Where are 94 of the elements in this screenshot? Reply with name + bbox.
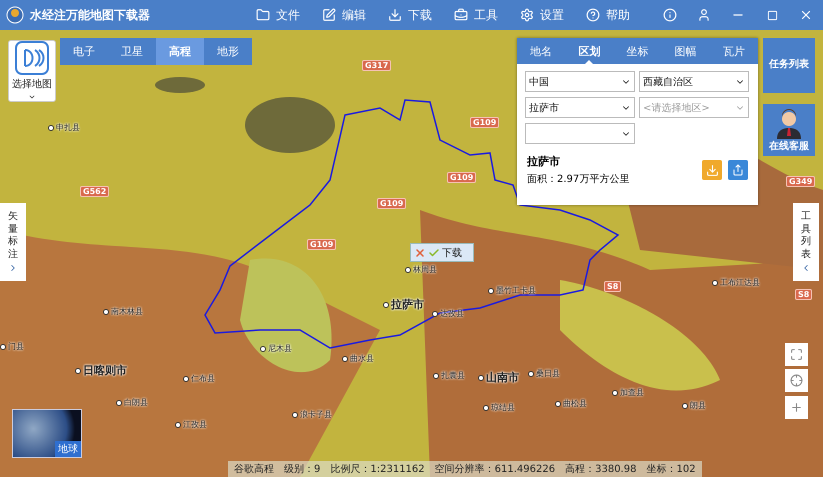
county-label: 加查县: [620, 387, 644, 398]
download-link[interactable]: 下载: [442, 246, 462, 260]
close-icon: [799, 8, 813, 22]
county-label: 浪卡子县: [300, 409, 332, 420]
county-label: 扎囊县: [441, 370, 465, 381]
county-label: 江孜县: [183, 419, 207, 430]
panel-tab[interactable]: 区划: [565, 38, 614, 64]
confirm-icon[interactable]: [428, 246, 440, 258]
download-icon: [706, 164, 718, 176]
status-text: 比例尺：1:2311162: [330, 462, 425, 476]
county-label: 工布江达县: [720, 277, 760, 288]
road-label: S8: [795, 289, 812, 300]
edit-icon: [322, 8, 336, 22]
share-button[interactable]: [728, 160, 748, 180]
map-logo-icon: [15, 41, 49, 75]
road-label: G349: [786, 176, 816, 187]
user-icon: [697, 8, 711, 22]
maximize-icon: [766, 10, 778, 20]
region-select[interactable]: 西藏自治区: [639, 71, 749, 92]
status-text: 空间分辨率：611.496226: [434, 462, 556, 476]
vector-labels-button[interactable]: 矢量标注: [0, 203, 26, 281]
online-service-button[interactable]: 在线客服: [763, 104, 815, 156]
fullscreen-button[interactable]: [785, 343, 808, 366]
road-label: G317: [362, 60, 392, 71]
folder-icon: [256, 8, 270, 22]
task-list-button[interactable]: 任务列表: [763, 38, 815, 93]
zoom-in-icon: [790, 401, 803, 414]
map-type-tab[interactable]: 电子: [60, 38, 108, 65]
select-map-button[interactable]: 选择地图: [8, 40, 56, 102]
map-type-tab[interactable]: 卫星: [108, 38, 156, 65]
region-select[interactable]: 中国: [525, 71, 635, 92]
panel-tab[interactable]: 瓦片: [710, 38, 758, 64]
county-label: 尼木县: [268, 343, 292, 354]
city-label: 山南市: [486, 370, 519, 385]
status-text: 级别：9: [284, 463, 320, 476]
road-label: G562: [80, 186, 110, 197]
menu-item[interactable]: 帮助: [586, 6, 630, 24]
county-label: 曲水县: [350, 353, 374, 364]
caret-icon: [28, 93, 36, 101]
map-type-tab[interactable]: 高程: [156, 38, 204, 65]
globe-label[interactable]: 地球: [55, 441, 81, 457]
app-logo-icon: [6, 6, 24, 24]
county-label: 门县: [8, 341, 24, 352]
city-label: 日喀则市: [83, 363, 127, 378]
menu-item[interactable]: 编辑: [322, 6, 366, 24]
gear-icon: [520, 8, 534, 22]
road-label: S8: [604, 281, 622, 292]
county-label: 墨竹工卡县: [496, 285, 536, 296]
menu-item[interactable]: 设置: [520, 6, 564, 24]
menu-item[interactable]: 文件: [256, 6, 300, 24]
county-label: 桑日县: [536, 368, 560, 379]
menu-item[interactable]: 工具: [454, 6, 498, 24]
county-label: 朗县: [690, 400, 706, 411]
window-title: 水经注万能地图下载器: [30, 6, 151, 24]
globe-thumbnail[interactable]: 地球: [12, 409, 82, 458]
region-name: 拉萨市: [527, 154, 561, 169]
panel-tab[interactable]: 地名: [517, 38, 566, 64]
lake-shape: [155, 77, 205, 93]
county-label: 仁布县: [191, 373, 215, 384]
region-select[interactable]: <请选择地区>: [639, 97, 749, 118]
tool-list-button[interactable]: 工具列表: [793, 203, 819, 281]
county-label: 曲松县: [563, 398, 587, 409]
road-label: G109: [377, 198, 406, 209]
county-label: 南木林县: [111, 306, 143, 317]
share-icon: [732, 164, 744, 176]
toolbox-icon: [454, 8, 468, 22]
region-select[interactable]: 拉萨市: [525, 97, 635, 118]
county-label: 申扎县: [56, 122, 80, 133]
info-icon: [663, 8, 677, 22]
menu-item[interactable]: 下载: [388, 6, 432, 24]
county-label: 琼结县: [491, 402, 515, 413]
help-icon: [586, 8, 600, 22]
zoom-in-button[interactable]: [785, 396, 808, 419]
status-text: 坐标：102: [646, 462, 696, 476]
agent-silhouette-icon: [774, 109, 804, 139]
locate-button[interactable]: [785, 369, 808, 392]
status-text: 高程：3380.98: [565, 462, 636, 476]
city-label: 拉萨市: [391, 297, 424, 312]
crosshair-icon: [790, 374, 803, 387]
download-icon: [388, 8, 402, 22]
map-type-tab[interactable]: 地形: [204, 38, 252, 65]
cancel-icon[interactable]: [414, 246, 426, 258]
county-label: 白朗县: [124, 397, 148, 408]
region-select[interactable]: [525, 123, 635, 144]
region-area: 面积：2.97万平方公里: [527, 172, 696, 186]
road-label: G109: [470, 117, 500, 128]
download-button[interactable]: [702, 160, 722, 180]
county-label: 林周县: [413, 264, 437, 275]
panel-tab[interactable]: 坐标: [613, 38, 662, 64]
road-label: G109: [447, 172, 476, 183]
status-text: 谷歌高程: [234, 462, 274, 476]
road-label: G109: [307, 239, 336, 250]
fullscreen-icon: [790, 348, 803, 361]
panel-tab[interactable]: 图幅: [662, 38, 710, 64]
